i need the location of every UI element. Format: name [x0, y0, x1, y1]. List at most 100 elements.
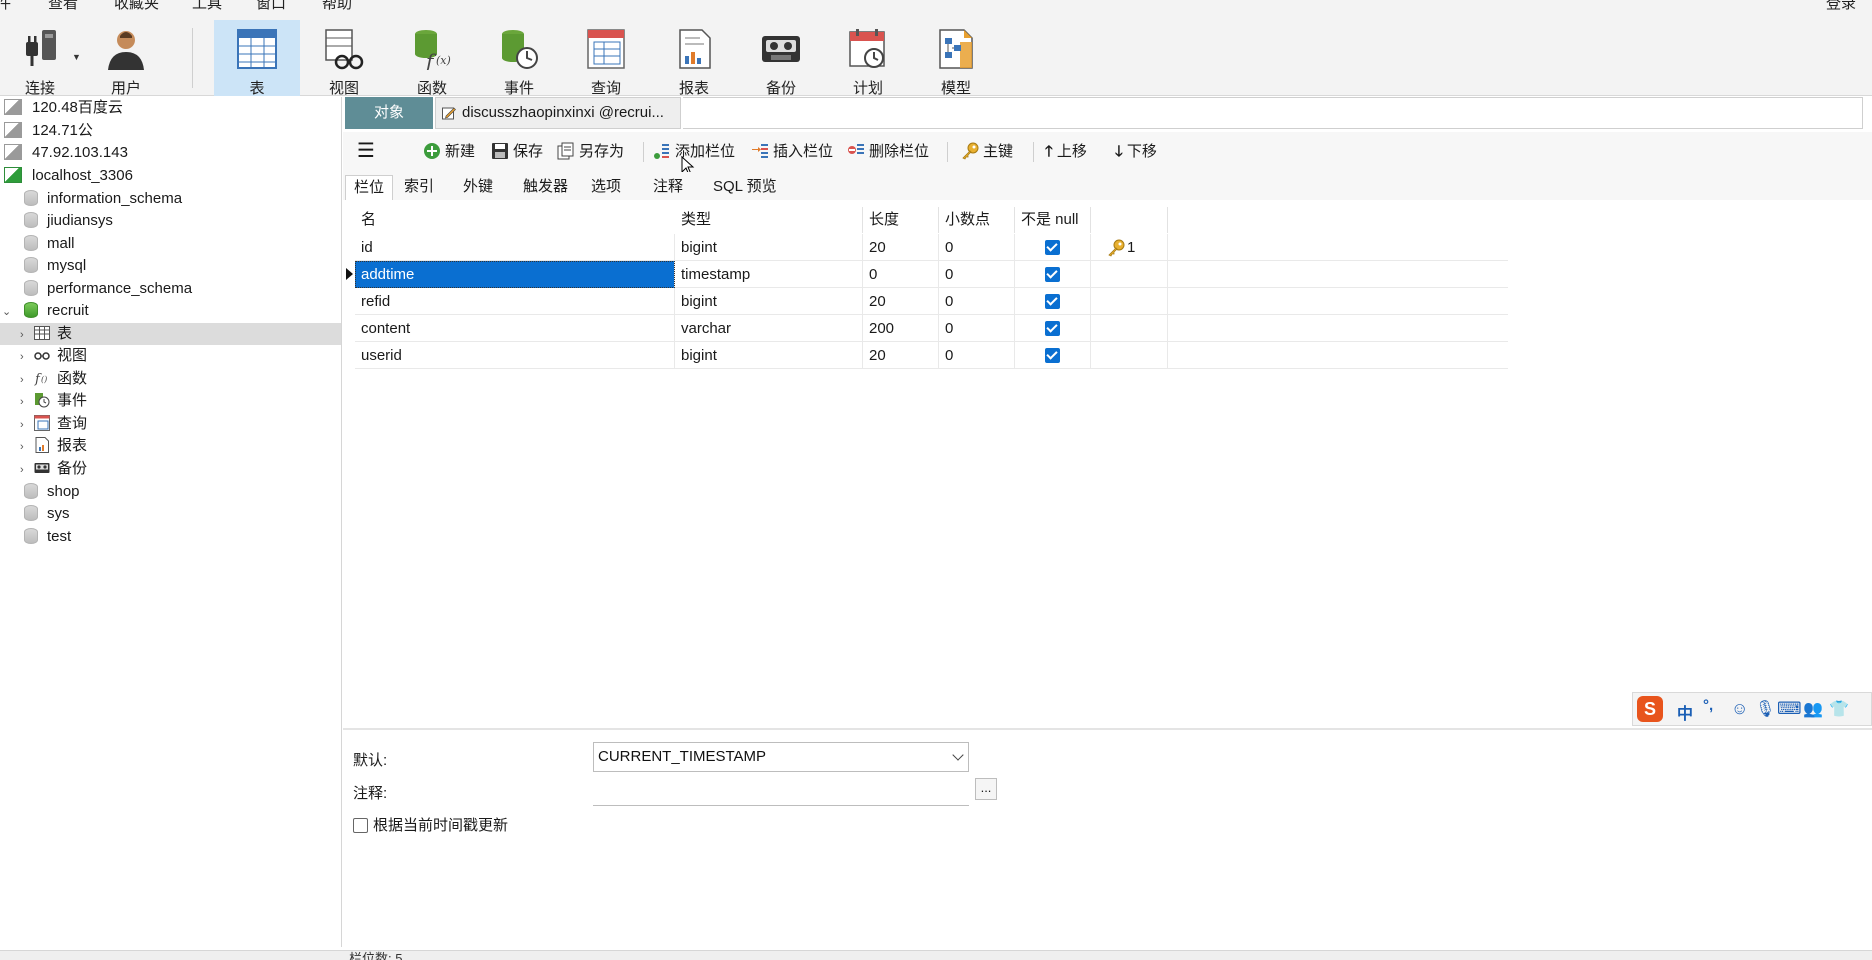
move-down-button[interactable]: 🡓 下移 — [1115, 140, 1157, 164]
column-header-decimals[interactable]: 小数点 — [939, 207, 1015, 233]
new-button[interactable]: 新建 — [423, 140, 475, 164]
database-node[interactable]: mall — [24, 233, 75, 255]
column-header-length[interactable]: 长度 — [863, 207, 939, 233]
not-null-checkbox[interactable] — [1045, 348, 1060, 363]
field-not-null-cell[interactable] — [1015, 342, 1091, 369]
field-not-null-cell[interactable] — [1015, 261, 1091, 288]
on-update-checkbox[interactable] — [353, 818, 368, 833]
chevron-right-icon[interactable]: › — [20, 391, 34, 413]
user-button[interactable]: 用户 — [86, 20, 166, 97]
tab-comment[interactable]: 注释 — [645, 175, 691, 200]
chevron-right-icon[interactable]: › — [20, 346, 34, 368]
insert-field-button[interactable]: 插入栏位 — [751, 140, 833, 164]
report-button[interactable]: 报表 — [654, 20, 734, 97]
database-node[interactable]: mysql — [24, 255, 86, 277]
column-header-name[interactable]: 名 — [355, 207, 684, 233]
field-length-cell[interactable]: 20 — [863, 234, 939, 261]
queries-node[interactable]: › 查询 — [20, 413, 87, 435]
chevron-right-icon[interactable]: › — [20, 324, 34, 346]
chevron-right-icon[interactable]: › — [20, 459, 34, 481]
comment-more-button[interactable]: ... — [975, 778, 997, 800]
field-not-null-cell[interactable] — [1015, 315, 1091, 342]
field-decimals-cell[interactable]: 0 — [939, 261, 1015, 288]
field-name-cell[interactable]: userid — [355, 342, 675, 369]
server-node[interactable]: 120.48百度云 — [4, 97, 123, 119]
table-row[interactable]: content varchar 200 0 — [355, 315, 1508, 342]
field-not-null-cell[interactable] — [1015, 288, 1091, 315]
field-name-cell[interactable]: id — [355, 234, 675, 261]
field-decimals-cell[interactable]: 0 — [939, 234, 1015, 261]
field-length-cell[interactable]: 20 — [863, 288, 939, 315]
chevron-right-icon[interactable]: › — [20, 369, 34, 391]
comment-input[interactable] — [593, 776, 969, 806]
save-button[interactable]: 保存 — [491, 140, 543, 164]
connect-dropdown-icon[interactable]: ▼ — [72, 52, 81, 62]
backup-button[interactable]: 备份 — [741, 20, 821, 97]
database-node[interactable]: information_schema — [24, 188, 182, 210]
field-name-cell[interactable]: content — [355, 315, 675, 342]
login-link[interactable]: 登录 — [1826, 0, 1856, 12]
tab-fields[interactable]: 栏位 — [345, 175, 394, 200]
tab-sql-preview[interactable]: SQL 预览 — [705, 175, 785, 200]
skin-icon[interactable]: 👕 — [1829, 699, 1849, 719]
field-type-cell[interactable]: bigint — [675, 342, 863, 369]
field-decimals-cell[interactable]: 0 — [939, 288, 1015, 315]
database-node[interactable]: jiudiansys — [24, 210, 113, 232]
column-header-not-null[interactable]: 不是 null — [1015, 207, 1091, 233]
field-length-cell[interactable]: 20 — [863, 342, 939, 369]
server-node[interactable]: localhost_3306 — [4, 165, 133, 187]
primary-key-button[interactable]: 主键 — [961, 140, 1013, 164]
users-icon[interactable]: 👥 — [1803, 699, 1823, 719]
menu-help[interactable]: 帮助 — [322, 0, 352, 12]
ime-punctuation-toggle[interactable]: °, — [1703, 697, 1713, 714]
views-node[interactable]: › 视图 — [20, 345, 87, 367]
model-button[interactable]: 模型 — [916, 20, 996, 97]
field-decimals-cell[interactable]: 0 — [939, 342, 1015, 369]
table-row-selected[interactable]: addtime timestamp 0 0 — [346, 261, 1508, 288]
field-length-cell[interactable]: 0 — [863, 261, 939, 288]
table-row[interactable]: refid bigint 20 0 — [355, 288, 1508, 315]
event-button[interactable]: 事件 — [479, 20, 559, 97]
events-node[interactable]: › 事件 — [20, 390, 87, 412]
tab-foreign-keys[interactable]: 外键 — [455, 175, 501, 200]
delete-field-button[interactable]: 删除栏位 — [847, 140, 929, 164]
chevron-right-icon[interactable]: › — [20, 414, 34, 436]
not-null-checkbox[interactable] — [1045, 267, 1060, 282]
table-button[interactable]: 表 — [214, 20, 300, 97]
function-button[interactable]: f (x) 函数 — [392, 20, 472, 97]
functions-node[interactable]: › f() 函数 — [20, 368, 87, 390]
database-node-recruit[interactable]: ⌄ recruit — [2, 300, 89, 322]
database-node[interactable]: test — [24, 526, 71, 548]
server-node[interactable]: 124.71公 — [4, 120, 93, 142]
field-type-cell[interactable]: varchar — [675, 315, 863, 342]
field-name-cell[interactable]: refid — [355, 288, 675, 315]
connect-button[interactable]: 连接 — [0, 20, 80, 97]
field-type-cell[interactable]: bigint — [675, 288, 863, 315]
not-null-checkbox[interactable] — [1045, 240, 1060, 255]
server-node[interactable]: 47.92.103.143 — [4, 142, 128, 164]
ime-mode-toggle[interactable]: 中 — [1677, 700, 1693, 724]
keyboard-icon[interactable]: ⌨ — [1777, 699, 1802, 719]
table-row[interactable]: id bigint 20 0 1 — [355, 234, 1508, 261]
tab-options[interactable]: 选项 — [583, 175, 629, 200]
column-header-type[interactable]: 类型 — [675, 207, 863, 233]
not-null-checkbox[interactable] — [1045, 294, 1060, 309]
field-name-cell[interactable]: addtime — [355, 261, 675, 288]
reports-node[interactable]: › 报表 — [20, 435, 87, 457]
field-decimals-cell[interactable]: 0 — [939, 315, 1015, 342]
menu-window[interactable]: 窗口 — [256, 0, 286, 12]
move-up-button[interactable]: 🡑 上移 — [1045, 140, 1087, 164]
save-as-button[interactable]: 另存为 — [557, 140, 624, 164]
field-length-cell[interactable]: 200 — [863, 315, 939, 342]
field-not-null-cell[interactable] — [1015, 234, 1091, 261]
field-type-cell[interactable]: timestamp — [675, 261, 863, 288]
chevron-right-icon[interactable]: › — [20, 436, 34, 458]
tab-indexes[interactable]: 索引 — [396, 175, 442, 200]
menu-file[interactable]: 件 — [0, 0, 11, 12]
menu-view[interactable]: 查看 — [48, 0, 78, 12]
query-button[interactable]: 查询 — [566, 20, 646, 97]
database-node[interactable]: sys — [24, 503, 70, 525]
default-value-select[interactable]: CURRENT_TIMESTAMP — [593, 742, 969, 772]
database-node[interactable]: shop — [24, 481, 80, 503]
view-button[interactable]: 视图 — [304, 20, 384, 97]
